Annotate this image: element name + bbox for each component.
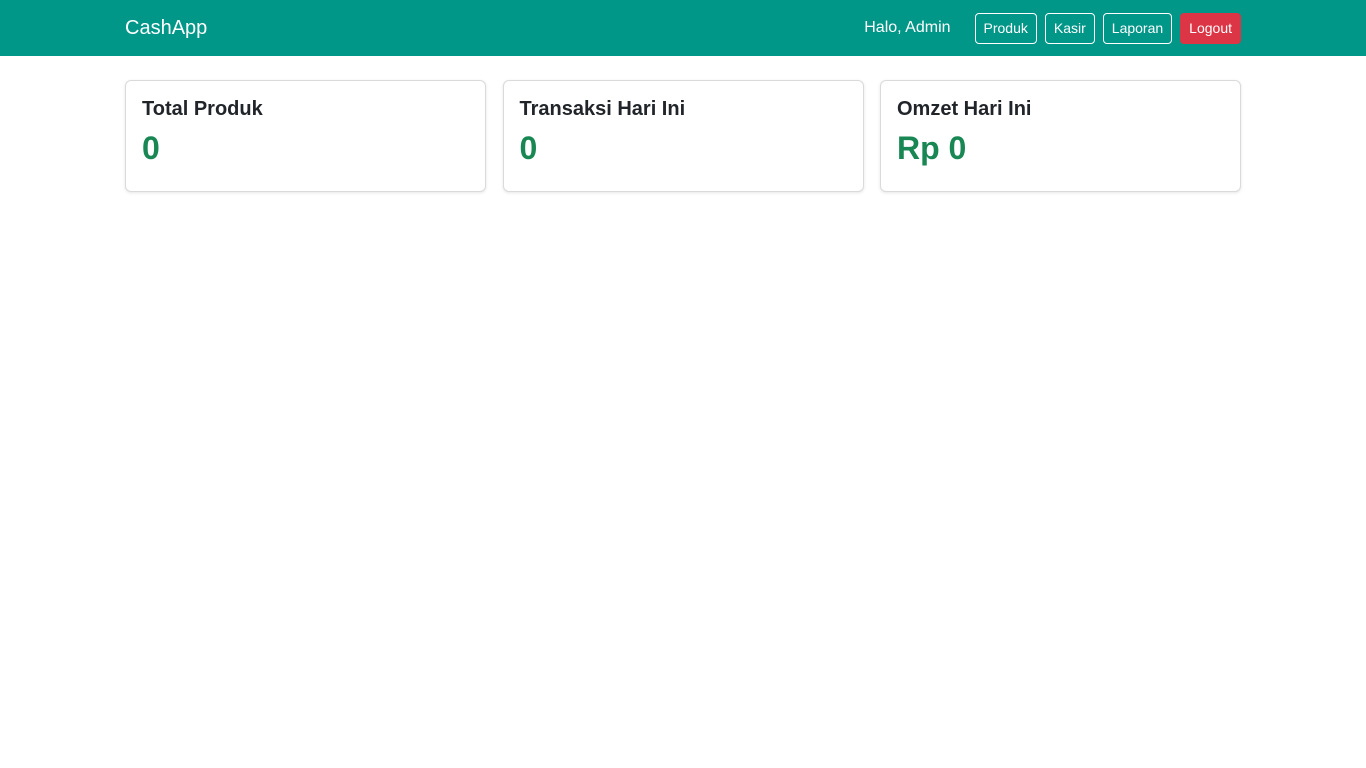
stat-card-title: Total Produk — [142, 98, 263, 120]
stat-card-omzet: Omzet Hari Ini Rp 0 — [880, 80, 1241, 192]
navbar-container: CashApp Halo, Admin Produk Kasir Laporan… — [125, 12, 1241, 44]
stat-card-title: Omzet Hari Ini — [897, 98, 1032, 120]
stat-card-transaksi: Transaksi Hari Ini 0 — [502, 80, 864, 192]
stat-card-total-produk: Total Produk 0 — [125, 80, 486, 192]
navbar-actions: Halo, Admin Produk Kasir Laporan Logout — [864, 12, 1241, 44]
stat-card-value: Rp 0 — [897, 130, 967, 166]
laporan-button[interactable]: Laporan — [1102, 12, 1173, 44]
produk-button[interactable]: Produk — [974, 12, 1037, 44]
kasir-button[interactable]: Kasir — [1044, 12, 1095, 44]
top-navbar: CashApp Halo, Admin Produk Kasir Laporan… — [0, 0, 1366, 56]
stat-card-value: 0 — [142, 130, 160, 166]
logout-button[interactable]: Logout — [1180, 12, 1241, 44]
brand-link[interactable]: CashApp — [125, 18, 207, 38]
stat-card-title: Transaksi Hari Ini — [519, 98, 686, 120]
user-greeting: Halo, Admin — [864, 19, 951, 36]
stat-card-value: 0 — [519, 130, 538, 166]
stats-cards: Total Produk 0 Transaksi Hari Ini 0 Omze… — [125, 80, 1241, 192]
